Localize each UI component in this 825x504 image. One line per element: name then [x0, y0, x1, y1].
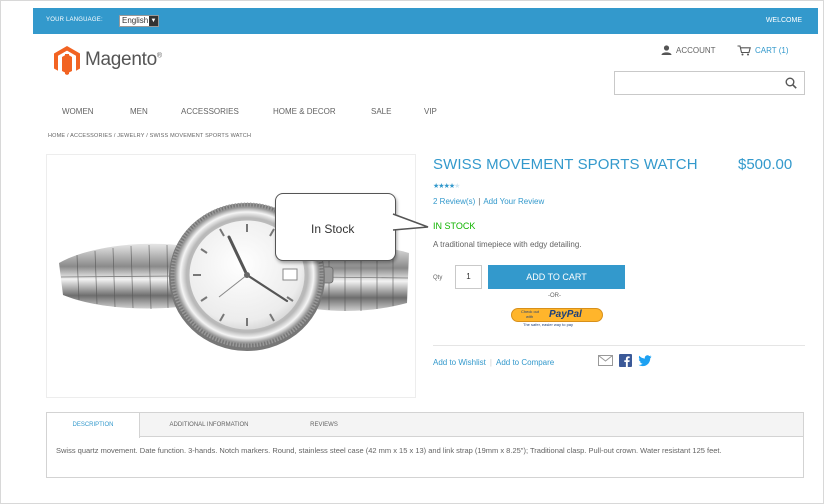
twitter-icon[interactable]: [638, 354, 652, 367]
reviews-row: 2 Review(s) | Add Your Review: [433, 197, 544, 206]
search-icon[interactable]: [785, 77, 797, 89]
nav-item-home-decor[interactable]: HOME & DECOR: [273, 107, 336, 116]
add-to-wishlist-link[interactable]: Add to Wishlist: [433, 358, 486, 367]
tab-content-description: Swiss quartz movement. Date function. 3-…: [56, 446, 722, 455]
logo[interactable]: Magento®: [53, 45, 162, 75]
or-separator: -OR-: [548, 293, 561, 299]
product-tabs: DESCRIPTION ADDITIONAL INFORMATION REVIE…: [46, 412, 804, 478]
nav-item-sale[interactable]: SALE: [371, 107, 391, 116]
chevron-down-icon: ▼: [149, 16, 158, 26]
callout-text: In Stock: [311, 222, 355, 236]
add-review-link[interactable]: Add Your Review: [483, 197, 544, 206]
star-empty-icon: ★: [454, 183, 460, 190]
account-link[interactable]: ACCOUNT: [661, 45, 716, 55]
callout-arrow: [392, 213, 429, 231]
language-value: English: [122, 16, 149, 25]
in-stock-callout: In Stock: [275, 193, 396, 261]
divider: [433, 345, 805, 346]
reviews-separator: |: [478, 197, 481, 206]
rating-stars: ★★★★★: [433, 182, 460, 190]
watch-image: [59, 202, 409, 351]
reviews-link[interactable]: 2 Review(s): [433, 197, 475, 206]
top-bar: YOUR LANGUAGE: English ▼ WELCOME: [33, 8, 818, 34]
tab-description[interactable]: DESCRIPTION: [47, 413, 140, 438]
add-to-compare-link[interactable]: Add to Compare: [496, 358, 554, 367]
link-separator: |: [489, 358, 492, 367]
product-image[interactable]: [46, 154, 416, 398]
paypal-tagline: The safer, easier way to pay: [523, 322, 574, 327]
tab-bar: DESCRIPTION ADDITIONAL INFORMATION REVIE…: [47, 413, 803, 438]
language-label: YOUR LANGUAGE:: [46, 17, 103, 23]
qty-label: Qty: [433, 275, 443, 281]
paypal-line2: with: [526, 314, 534, 319]
magento-logo-icon: [54, 46, 80, 75]
cart-label: CART (1): [755, 46, 789, 55]
paypal-checkout-button[interactable]: Check out with PayPal The safer, easier …: [511, 308, 603, 328]
short-description: A traditional timepiece with edgy detail…: [433, 240, 582, 249]
nav-item-vip[interactable]: VIP: [424, 107, 437, 116]
account-label: ACCOUNT: [676, 45, 716, 55]
logo-text: Magento®: [85, 49, 162, 70]
search-input[interactable]: [614, 71, 805, 95]
nav-item-women[interactable]: WOMEN: [62, 107, 94, 116]
cart-link[interactable]: CART (1): [737, 45, 789, 56]
facebook-icon[interactable]: [619, 354, 632, 367]
add-to-cart-button[interactable]: ADD TO CART: [488, 265, 625, 289]
stock-status: IN STOCK: [433, 221, 476, 231]
cart-icon: [737, 45, 751, 56]
tab-reviews[interactable]: REVIEWS: [279, 413, 369, 437]
breadcrumb[interactable]: HOME / ACCESSORIES / JEWELRY / SWISS MOV…: [48, 133, 251, 139]
product-links: Add to Wishlist | Add to Compare: [433, 358, 554, 367]
email-icon[interactable]: [598, 355, 613, 366]
nav-item-accessories[interactable]: ACCESSORIES: [181, 107, 239, 116]
nav-item-men[interactable]: MEN: [130, 107, 148, 116]
paypal-brand: PayPal: [549, 309, 582, 320]
share-icons: [598, 354, 652, 367]
language-select[interactable]: English ▼: [119, 15, 159, 27]
tab-additional-information[interactable]: ADDITIONAL INFORMATION: [143, 413, 275, 437]
user-icon: [661, 45, 672, 55]
welcome-message: WELCOME: [765, 17, 802, 24]
product-price: $500.00: [738, 156, 793, 173]
product-name: SWISS MOVEMENT SPORTS WATCH: [433, 156, 698, 173]
qty-input[interactable]: 1: [455, 265, 482, 289]
